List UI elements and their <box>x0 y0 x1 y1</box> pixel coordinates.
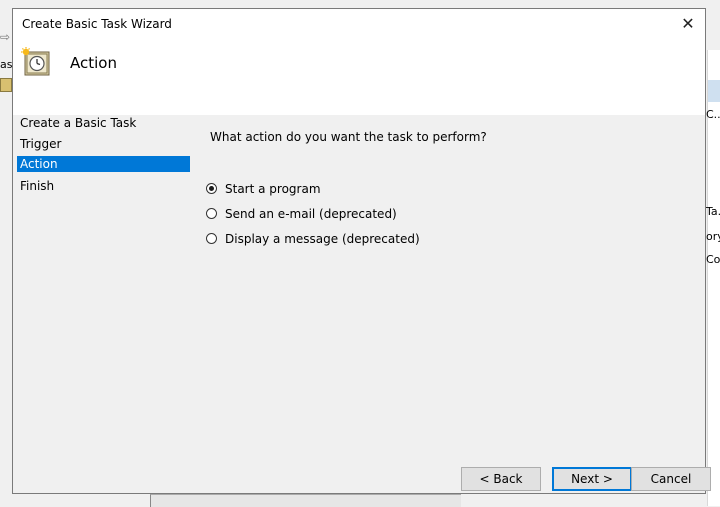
dialog-titlebar: Create Basic Task Wizard ✕ <box>13 9 705 39</box>
option-label[interactable]: Send an e-mail (deprecated) <box>225 205 397 223</box>
page-title: Action <box>70 54 117 72</box>
background-panel-bottom <box>150 494 461 507</box>
background-text: Co... <box>706 253 720 266</box>
close-icon: ✕ <box>681 14 695 33</box>
background-column-header <box>708 80 720 102</box>
back-button[interactable]: < Back <box>461 467 541 491</box>
action-question: What action do you want the task to perf… <box>210 130 487 144</box>
next-button[interactable]: Next > <box>552 467 632 491</box>
background-text: ory <box>706 230 720 243</box>
nav-item-create-basic-task[interactable]: Create a Basic Task <box>17 115 190 131</box>
radio-display-message[interactable] <box>206 233 217 244</box>
back-arrow-icon: ⇨ <box>0 30 11 44</box>
background-text: C... <box>706 108 720 121</box>
clock-task-icon <box>21 47 50 76</box>
task-folder-icon <box>0 78 12 92</box>
nav-item-action[interactable]: Action <box>17 156 190 172</box>
background-truncated-text: as <box>0 58 13 71</box>
nav-item-trigger[interactable]: Trigger <box>17 136 190 152</box>
create-basic-task-wizard-dialog: Create Basic Task Wizard ✕ Action Create… <box>12 8 711 494</box>
close-button[interactable]: ✕ <box>671 9 705 39</box>
radio-send-email[interactable] <box>206 208 217 219</box>
radio-start-program[interactable] <box>206 183 217 194</box>
cancel-button[interactable]: Cancel <box>631 467 711 491</box>
background-window-right: C... Ta... ory Co... <box>706 50 720 506</box>
option-label[interactable]: Display a message (deprecated) <box>225 230 420 248</box>
wizard-header: Action <box>13 39 705 115</box>
nav-item-finish[interactable]: Finish <box>17 178 190 194</box>
dialog-title: Create Basic Task Wizard <box>22 17 172 31</box>
background-text: Ta... <box>706 205 720 218</box>
option-label[interactable]: Start a program <box>225 180 321 198</box>
